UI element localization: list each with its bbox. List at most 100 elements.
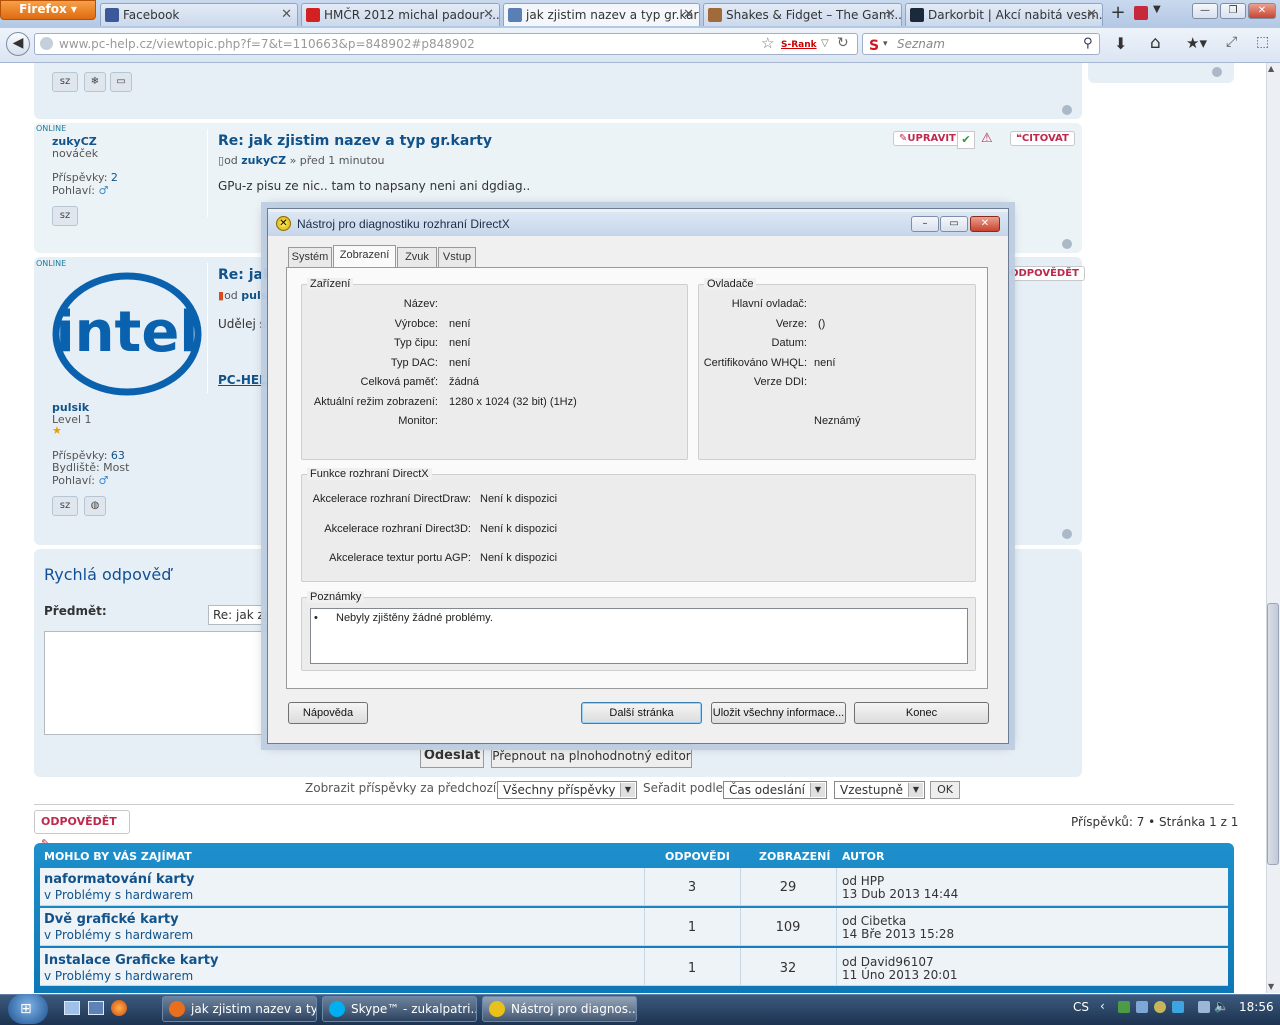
post-title[interactable]: Re: jak zjistim nazev a typ gr.karty	[218, 133, 492, 149]
topic-forum[interactable]: v Problémy s hardwarem	[44, 888, 193, 902]
reply-button-bottom[interactable]: ODPOVĚDĚT ✎	[34, 810, 130, 850]
star-icon[interactable]: ☆	[761, 33, 774, 53]
tray-app-icon[interactable]	[1172, 1001, 1184, 1013]
url-bar[interactable]: www.pc-help.cz/viewtopic.php?f=7&t=11066…	[34, 33, 858, 55]
tab-youtube[interactable]: HMČR 2012 michal padour ... ✕	[301, 3, 500, 26]
topic-author[interactable]: od David96107	[842, 955, 934, 969]
firefox-quicklaunch-icon[interactable]	[111, 1000, 127, 1016]
tab-list-icon[interactable]: ▼	[1153, 4, 1161, 15]
taskbar-item-dxdiag[interactable]: Nástroj pro diagnos...	[482, 996, 637, 1022]
language-indicator[interactable]: CS	[1073, 1000, 1089, 1014]
close-icon[interactable]: ✕	[483, 4, 494, 26]
topic-link[interactable]: Dvě grafické karty	[44, 912, 179, 927]
close-window-button[interactable]: ✕	[1248, 3, 1276, 19]
pm-icon[interactable]: sz	[52, 206, 78, 226]
topic-link[interactable]: naformatování karty	[44, 872, 195, 887]
send-button[interactable]: Odeslat	[420, 744, 484, 768]
tray-app-icon[interactable]	[1118, 1001, 1130, 1013]
reply-button[interactable]: ODPOVĚDĚT	[1004, 266, 1085, 281]
tray-app-icon[interactable]	[1136, 1001, 1148, 1013]
network-icon[interactable]	[1198, 1001, 1210, 1013]
back-button[interactable]: ◀	[6, 32, 30, 56]
topic-author[interactable]: od HPP	[842, 874, 884, 888]
tray-app-icon[interactable]	[1154, 1001, 1166, 1013]
post-title[interactable]: Re: jak	[218, 267, 272, 283]
topic-forum[interactable]: v Problémy s hardwarem	[44, 969, 193, 983]
filter-days-select[interactable]: Všechny příspěvky ▼	[497, 781, 637, 799]
tab-system[interactable]: Systém	[288, 247, 332, 267]
taskbar-item-skype[interactable]: Skype™ - zukalpatri...	[322, 996, 477, 1022]
sort-order-select[interactable]: Vzestupně ▼	[834, 781, 925, 799]
next-page-button[interactable]: Další stránka	[581, 702, 702, 724]
close-icon[interactable]: ✕	[1086, 4, 1097, 26]
snowflake-icon[interactable]: ❄	[84, 72, 106, 92]
filter-ok-button[interactable]: OK	[930, 781, 960, 799]
tab-darkorbit[interactable]: Darkorbit | Akcí nabitá vesm... ✕	[905, 3, 1103, 26]
tab-input[interactable]: Vstup	[438, 247, 476, 267]
edit-button[interactable]: ✎UPRAVIT	[893, 131, 962, 146]
message-textarea[interactable]	[44, 631, 268, 735]
tab-facebook[interactable]: Facebook ✕	[100, 3, 298, 26]
restore-button[interactable]: ❐	[1220, 3, 1246, 19]
toolbar-icon[interactable]: ⬚	[1256, 34, 1269, 50]
scroll-top-icon[interactable]	[1062, 239, 1072, 249]
topic-link[interactable]: Instalace Graficke karty	[44, 953, 218, 968]
topic-forum[interactable]: v Problémy s hardwarem	[44, 928, 193, 942]
download-icon[interactable]: ⬇	[1114, 34, 1127, 53]
tray-expand-icon[interactable]: ‹	[1100, 999, 1105, 1013]
search-input[interactable]: S ▾ Seznam ⚲	[862, 33, 1100, 55]
dialog-maximize-button[interactable]: ▭	[940, 216, 968, 232]
pm-icon[interactable]: sz	[52, 72, 78, 92]
addon-icon[interactable]	[1134, 6, 1148, 20]
post-meta-user[interactable]: zukyCZ	[241, 154, 286, 167]
switch-windows-icon[interactable]	[88, 1001, 104, 1015]
clock[interactable]: 18:56	[1239, 1000, 1274, 1014]
full-editor-button[interactable]: Přepnout na plnohodnotný editor	[491, 744, 692, 768]
scroll-top-icon[interactable]	[1212, 67, 1222, 77]
dialog-close-button[interactable]: ✕	[970, 216, 1000, 232]
chevron-down-icon[interactable]: ▾	[883, 34, 888, 54]
srank-badge[interactable]: S-Rank	[781, 35, 817, 55]
check-icon[interactable]: ✔	[957, 131, 975, 149]
reload-icon[interactable]: ↻	[837, 33, 849, 53]
close-icon[interactable]: ✕	[885, 4, 896, 26]
report-icon[interactable]: ⚠	[981, 131, 993, 146]
website-globe-icon[interactable]: ◍	[84, 496, 106, 516]
signature-link[interactable]: PC-HEL	[218, 373, 267, 387]
show-desktop-icon[interactable]	[64, 1001, 80, 1015]
scrollbar-thumb[interactable]	[1267, 603, 1279, 865]
exit-button[interactable]: Konec	[854, 702, 989, 724]
tab-active-pchelp[interactable]: jak zjistim nazev a typ gr.karty ✕	[503, 3, 700, 26]
subject-input[interactable]: Re: jak zj	[208, 605, 268, 625]
fullscreen-icon[interactable]: ⤢	[1226, 34, 1237, 50]
posts-count[interactable]: 2	[111, 171, 118, 184]
pm-icon[interactable]: sz	[52, 496, 78, 516]
minimize-button[interactable]: —	[1192, 3, 1218, 19]
save-all-info-button[interactable]: Uložit všechny informace...	[711, 702, 846, 724]
topic-author[interactable]: od Cibetka	[842, 914, 906, 928]
tab-shakes-fidget[interactable]: Shakes & Fidget – The Gam... ✕	[703, 3, 902, 26]
chevron-down-icon[interactable]: ▽	[821, 34, 829, 54]
search-icon[interactable]: ⚲	[1083, 34, 1093, 54]
bookmarks-icon[interactable]: ★▾	[1186, 34, 1207, 52]
close-icon[interactable]: ✕	[281, 4, 292, 26]
new-tab-button[interactable]: +	[1108, 4, 1128, 24]
start-button[interactable]: ⊞	[8, 994, 48, 1024]
sort-key-select[interactable]: Čas odeslání ▼	[723, 781, 827, 799]
quote-button[interactable]: ❝CITOVAT	[1010, 131, 1075, 146]
firefox-menu-button[interactable]: Firefox ▾	[0, 0, 96, 20]
close-icon[interactable]: ✕	[683, 4, 694, 26]
help-button[interactable]: Nápověda	[288, 702, 368, 724]
taskbar-item-firefox[interactable]: jak zjistim nazev a ty...	[162, 996, 317, 1022]
dialog-minimize-button[interactable]: –	[911, 216, 939, 232]
home-icon[interactable]: ⌂	[1150, 33, 1161, 53]
folder-icon[interactable]: ▭	[110, 72, 132, 92]
scroll-down-arrow-icon[interactable]: ▼	[1268, 982, 1274, 991]
scroll-up-arrow-icon[interactable]: ▲	[1268, 64, 1274, 73]
volume-icon[interactable]: 🔈	[1214, 999, 1229, 1013]
scroll-top-icon[interactable]	[1062, 105, 1072, 115]
tab-display[interactable]: Zobrazení	[333, 245, 396, 268]
notes-group-label: Poznámky	[307, 591, 365, 603]
scroll-top-icon[interactable]	[1062, 529, 1072, 539]
tab-sound[interactable]: Zvuk	[397, 247, 437, 267]
